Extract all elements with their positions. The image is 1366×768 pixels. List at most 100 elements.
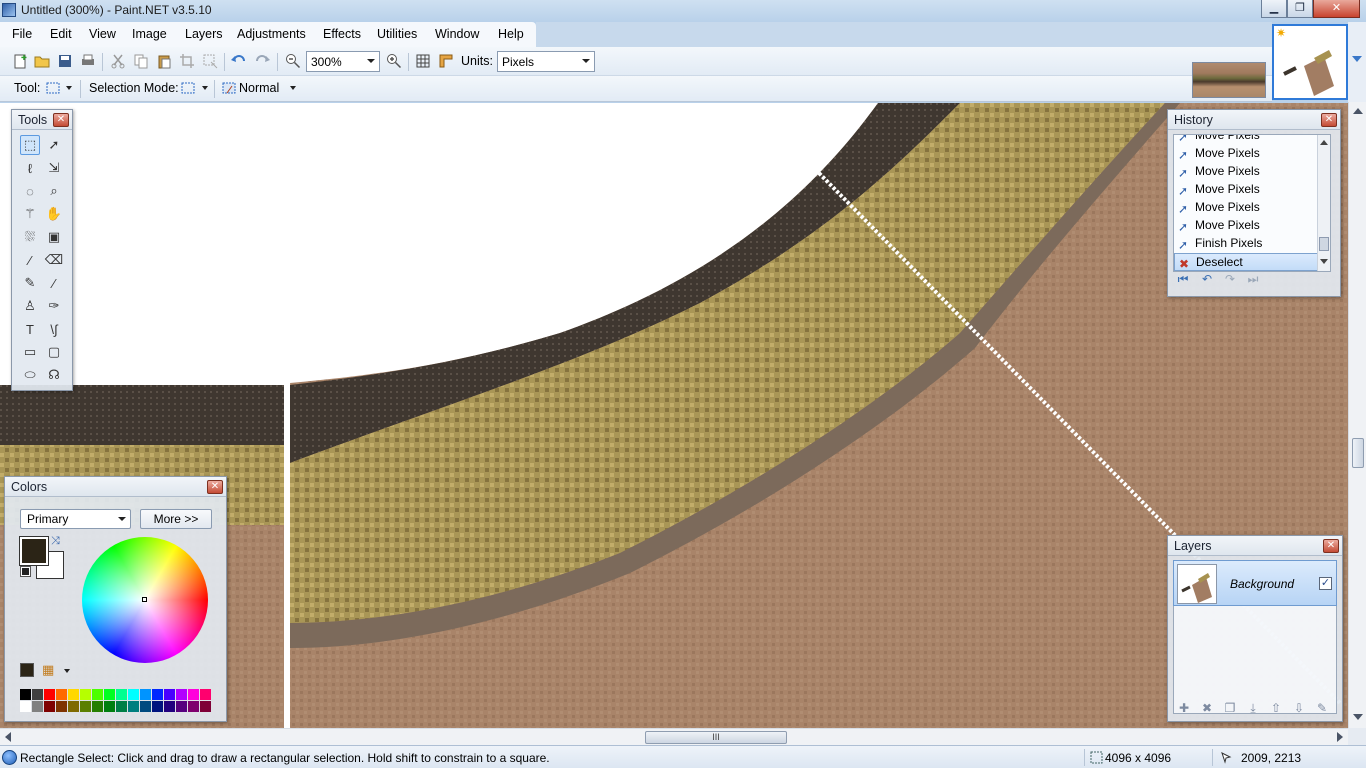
history-panel-close-button[interactable]: ✕: [1321, 113, 1337, 127]
menu-utilities[interactable]: Utilities: [377, 27, 417, 41]
zoom-combo[interactable]: 300%: [306, 51, 380, 72]
menu-help[interactable]: Help: [498, 27, 524, 41]
history-item[interactable]: ➚ Move Pixels: [1174, 135, 1320, 145]
palette-swatch[interactable]: [104, 701, 115, 712]
reset-colors-icon[interactable]: [20, 566, 31, 577]
open-icon[interactable]: [34, 53, 50, 69]
gradient-icon[interactable]: ▣: [44, 227, 64, 247]
merge-layer-down-icon[interactable]: ⤓: [1245, 701, 1261, 717]
save-icon[interactable]: [57, 53, 73, 69]
redo-icon[interactable]: [254, 53, 270, 69]
palette-swatch[interactable]: [68, 701, 79, 712]
ellipse-select-icon[interactable]: ◌: [20, 181, 40, 201]
freeform-shape-icon[interactable]: ☊: [44, 365, 64, 385]
colors-panel-close-button[interactable]: ✕: [207, 480, 223, 494]
scroll-down-icon[interactable]: [1320, 259, 1328, 264]
color-palette[interactable]: [20, 689, 212, 713]
palette-swatch[interactable]: [56, 701, 67, 712]
selection-mode-replace-icon[interactable]: [180, 80, 196, 96]
pan-icon[interactable]: ✋: [44, 204, 64, 224]
scroll-up-icon[interactable]: [1320, 140, 1328, 145]
zoom-in-icon[interactable]: [386, 53, 402, 69]
palette-swatch[interactable]: [200, 701, 211, 712]
palette-swatch[interactable]: [68, 689, 79, 700]
undo-icon[interactable]: [231, 53, 247, 69]
horizontal-scrollbar[interactable]: III: [0, 728, 1348, 745]
layer-row[interactable]: Background ✓: [1173, 560, 1337, 606]
palette-swatch[interactable]: [92, 701, 103, 712]
history-item[interactable]: ➚ Move Pixels: [1174, 163, 1320, 181]
primary-color-swatch[interactable]: [19, 536, 49, 566]
menu-view[interactable]: View: [89, 27, 116, 41]
add-layer-icon[interactable]: ✚: [1176, 701, 1192, 717]
undo-icon[interactable]: ↶: [1198, 272, 1216, 286]
ellipse-icon[interactable]: ⬭: [20, 365, 40, 385]
minimize-button[interactable]: ▁: [1261, 0, 1287, 18]
layer-properties-icon[interactable]: ✎: [1314, 701, 1330, 717]
palette-swatch[interactable]: [56, 689, 67, 700]
palette-swatch[interactable]: [44, 701, 55, 712]
history-item-selected[interactable]: ✖ Deselect: [1174, 253, 1320, 271]
palette-swatch[interactable]: [164, 689, 175, 700]
duplicate-layer-icon[interactable]: ❐: [1222, 701, 1238, 717]
color-picker-icon[interactable]: ⁄: [44, 273, 64, 293]
chevron-down-icon[interactable]: [290, 86, 296, 90]
history-item[interactable]: ➚ Finish Pixels: [1174, 235, 1320, 253]
palette-swatch[interactable]: [80, 701, 91, 712]
palette-swatch[interactable]: [188, 701, 199, 712]
move-layer-down-icon[interactable]: ⇩: [1291, 701, 1307, 717]
horizontal-scroll-thumb[interactable]: III: [645, 731, 787, 744]
palette-swatch[interactable]: [20, 689, 31, 700]
palette-swatch[interactable]: [200, 689, 211, 700]
rewind-icon[interactable]: ⏮: [1174, 272, 1192, 286]
add-to-palette-icon[interactable]: [20, 663, 34, 677]
scroll-left-icon[interactable]: [5, 732, 11, 742]
menu-adjustments[interactable]: Adjustments: [237, 27, 306, 41]
paintbrush-icon[interactable]: ∕: [20, 250, 40, 270]
zoom-out-icon[interactable]: [285, 53, 301, 69]
magic-wand-icon[interactable]: ⚚: [20, 204, 40, 224]
menu-layers[interactable]: Layers: [185, 27, 223, 41]
palette-swatch[interactable]: [128, 689, 139, 700]
menu-window[interactable]: Window: [435, 27, 479, 41]
palette-swatch[interactable]: [44, 689, 55, 700]
palette-swatch[interactable]: [20, 701, 31, 712]
move-selected-pixels-icon[interactable]: ➚: [44, 135, 64, 155]
rectangle-select-tool-icon[interactable]: ⬚: [20, 135, 40, 155]
palette-swatch[interactable]: [140, 689, 151, 700]
scroll-down-icon[interactable]: [1353, 714, 1363, 720]
palette-swatch[interactable]: [176, 701, 187, 712]
history-scrollbar[interactable]: [1317, 135, 1330, 271]
palette-menu-icon[interactable]: ▦: [42, 662, 54, 678]
close-button[interactable]: ✕: [1313, 0, 1360, 18]
print-icon[interactable]: [80, 53, 96, 69]
swap-colors-icon[interactable]: ⤨: [51, 535, 60, 548]
palette-swatch[interactable]: [128, 701, 139, 712]
history-item[interactable]: ➚ Move Pixels: [1174, 199, 1320, 217]
history-item[interactable]: ➚ Move Pixels: [1174, 181, 1320, 199]
grid-icon[interactable]: [415, 53, 431, 69]
paintnet-app-icon[interactable]: [2, 3, 16, 17]
tools-panel-close-button[interactable]: ✕: [53, 113, 69, 127]
rectangle-icon[interactable]: ▭: [20, 342, 40, 362]
menu-image[interactable]: Image: [132, 27, 167, 41]
redo-icon[interactable]: ↷: [1221, 272, 1239, 286]
color-wheel[interactable]: [82, 537, 208, 663]
palette-swatch[interactable]: [176, 689, 187, 700]
pencil-icon[interactable]: ✎: [20, 273, 40, 293]
palette-swatch[interactable]: [152, 701, 163, 712]
new-image-icon[interactable]: ✚: [12, 53, 28, 69]
lasso-select-icon[interactable]: ℓ: [20, 158, 40, 178]
layers-panel-close-button[interactable]: ✕: [1323, 539, 1339, 553]
palette-swatch[interactable]: [152, 689, 163, 700]
palette-swatch[interactable]: [80, 689, 91, 700]
menu-edit[interactable]: Edit: [50, 27, 72, 41]
palette-swatch[interactable]: [32, 689, 43, 700]
palette-swatch[interactable]: [164, 701, 175, 712]
history-list[interactable]: ➚ Move Pixels ➚ Move Pixels ➚ Move Pixels ➚…: [1173, 134, 1331, 272]
menu-file[interactable]: File: [12, 27, 32, 41]
chevron-down-icon[interactable]: [202, 86, 208, 90]
color-wheel-cursor[interactable]: [142, 597, 147, 602]
chevron-down-icon[interactable]: [1352, 56, 1362, 62]
history-item[interactable]: ➚ Move Pixels: [1174, 145, 1320, 163]
